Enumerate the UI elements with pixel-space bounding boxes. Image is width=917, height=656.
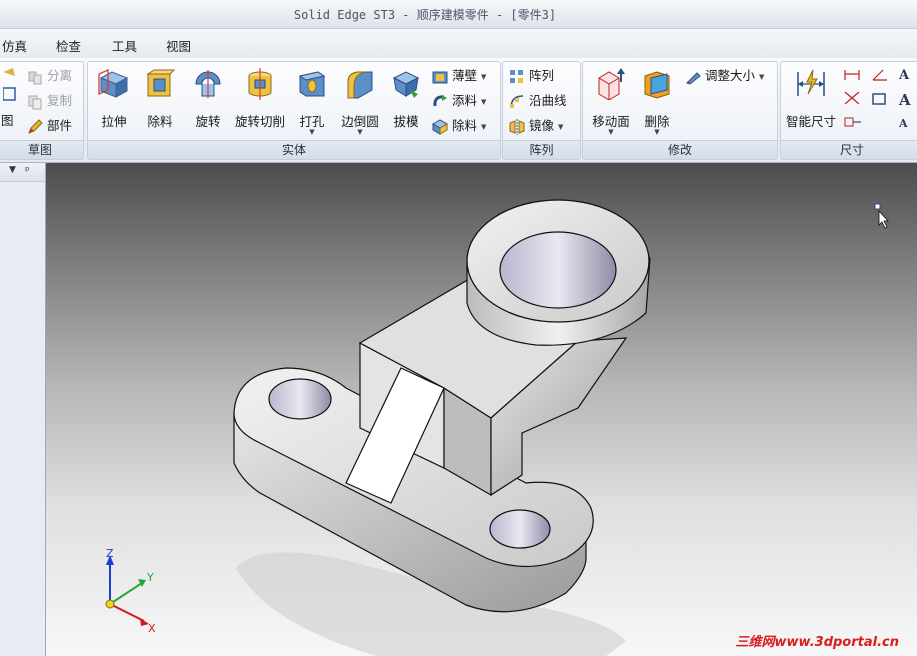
delete-button[interactable]: 删除 ▼ xyxy=(633,66,681,136)
text-icon-1[interactable]: A xyxy=(899,68,911,83)
mirror-button[interactable]: 镜像 ▼ xyxy=(509,116,563,136)
left-panel-header: ▼ ᵖ xyxy=(0,163,45,182)
pencil-icon xyxy=(27,118,43,135)
delete-dropdown-icon[interactable]: ▼ xyxy=(633,128,681,136)
copy-button[interactable]: 复制 xyxy=(27,91,72,111)
cut-icon xyxy=(146,69,176,97)
add-material-button[interactable]: 添料 ▼ xyxy=(432,91,486,111)
graphics-viewport[interactable]: Z Y X 三维网www.3dportal.cn xyxy=(46,163,917,656)
group-dimension-label: 尺寸 xyxy=(781,140,917,159)
pattern-button[interactable]: 阵列 xyxy=(509,66,554,86)
axis-x-label: X xyxy=(148,622,156,635)
remove-material-dropdown-icon[interactable]: ▼ xyxy=(481,123,486,131)
separate-icon xyxy=(27,69,43,85)
text-icon-2[interactable]: A xyxy=(899,91,911,109)
group-modify-label: 修改 xyxy=(583,140,777,159)
move-face-icon xyxy=(598,68,625,100)
coordinate-triad: Z Y X xyxy=(105,547,156,635)
smart-dimension-label: 智能尺寸 xyxy=(785,114,836,129)
group-sketch: 图 分离 复制 部件 草图 xyxy=(0,61,84,160)
remove-material-icon xyxy=(431,118,449,135)
pin-icon[interactable]: ᵖ xyxy=(25,164,30,177)
annotation-text-icons: A A A xyxy=(899,68,911,130)
revolve-button[interactable]: 旋转 xyxy=(184,66,232,136)
resize-icon xyxy=(685,69,701,85)
dimension-tool-icons xyxy=(844,69,887,127)
menu-tools[interactable]: 工具 xyxy=(112,36,137,55)
left-panel: ▼ ᵖ xyxy=(0,163,46,656)
round-icon xyxy=(347,71,373,99)
menu-view[interactable]: 视图 xyxy=(166,36,191,55)
mirror-icon xyxy=(509,118,525,135)
ribbon: 图 分离 复制 部件 草图 拉伸 除料 旋转 旋转切削 打孔 ▼ 边倒圆 ▼ 拔… xyxy=(0,58,917,163)
delete-icon xyxy=(644,71,670,99)
along-curve-icon xyxy=(509,94,525,110)
axis-z-label: Z xyxy=(106,547,114,560)
draft-button[interactable]: 拔模 xyxy=(382,66,430,136)
group-solids: 拉伸 除料 旋转 旋转切削 打孔 ▼ 边倒圆 ▼ 拔模 薄壁 ▼ 添料 ▼ 除料… xyxy=(87,61,501,160)
hole-icon xyxy=(298,71,326,97)
pattern-icon xyxy=(509,69,525,85)
thin-wall-dropdown-icon[interactable]: ▼ xyxy=(481,73,486,81)
axis-y-label: Y xyxy=(146,571,154,584)
menu-simulation[interactable]: 仿真 xyxy=(2,36,27,55)
group-modify: 移动面 ▼ 删除 ▼ 调整大小 ▼ 修改 xyxy=(582,61,778,160)
revolve-cut-icon xyxy=(248,68,272,100)
revolve-icon xyxy=(195,70,221,98)
resize-button[interactable]: 调整大小 ▼ xyxy=(685,66,764,86)
add-material-icon xyxy=(432,94,448,110)
text-icon-3[interactable]: A xyxy=(899,117,911,130)
extrude-icon xyxy=(98,68,129,98)
mirror-dropdown-icon[interactable]: ▼ xyxy=(558,123,563,131)
draft-icon xyxy=(392,71,420,98)
add-material-dropdown-icon[interactable]: ▼ xyxy=(481,98,486,106)
right-mounting-hole xyxy=(489,509,551,549)
group-sketch-label: 草图 xyxy=(0,140,83,159)
watermark-text: 三维网www.3dportal.cn xyxy=(735,635,899,650)
group-solids-label: 实体 xyxy=(88,140,500,159)
separate-button[interactable]: 分离 xyxy=(27,66,72,86)
remove-material-button[interactable]: 除料 ▼ xyxy=(431,116,486,136)
part-button[interactable]: 部件 xyxy=(27,116,72,136)
copy-icon xyxy=(27,94,43,110)
dimension-tools xyxy=(843,68,899,141)
thin-wall-button[interactable]: 薄壁 ▼ xyxy=(432,66,486,86)
mouse-cursor-icon xyxy=(874,203,889,229)
group-pattern: 阵列 沿曲线 镜像 ▼ 阵列 xyxy=(502,61,581,160)
title-bar: Solid Edge ST3 - 顺序建模零件 - [零件3] xyxy=(0,0,917,29)
window-title: Solid Edge ST3 - 顺序建模零件 - [零件3] xyxy=(293,8,557,22)
resize-dropdown-icon[interactable]: ▼ xyxy=(759,73,764,81)
menu-inspect[interactable]: 检查 xyxy=(56,36,81,55)
thin-wall-icon xyxy=(432,69,448,85)
smart-dimension-icon xyxy=(797,69,825,96)
panel-dropdown-icon[interactable]: ▼ xyxy=(9,165,16,175)
group-dimension: 智能尺寸 A A A 尺寸 xyxy=(780,61,917,160)
menu-bar: 仿真 检查 工具 视图 xyxy=(0,29,917,58)
draft-label: 拔模 xyxy=(393,114,419,129)
sketch-big-icon xyxy=(2,68,17,107)
left-mounting-hole xyxy=(268,378,332,420)
boss-bore-hole xyxy=(499,231,617,309)
along-curve-button[interactable]: 沿曲线 xyxy=(509,91,567,111)
group-pattern-label: 阵列 xyxy=(503,140,580,159)
part-model[interactable]: Z Y X xyxy=(46,163,917,656)
smart-dimension-button[interactable]: 智能尺寸 xyxy=(786,66,836,136)
revolve-cut-button[interactable]: 旋转切削 xyxy=(235,66,285,136)
sketch-big-label[interactable]: 图 xyxy=(1,110,14,129)
